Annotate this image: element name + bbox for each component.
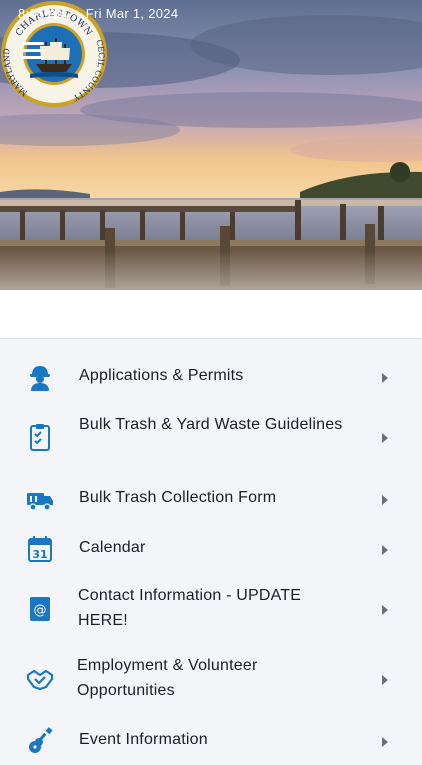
menu-item-employment-volunteer[interactable]: Employment & Volunteer Opportunities xyxy=(0,645,422,715)
chevron-right-icon xyxy=(382,495,388,505)
chevron-right-icon xyxy=(382,737,388,747)
menu-item-label: Bulk Trash & Yard Waste Guidelines xyxy=(79,416,343,433)
menu-item-label: Employment & Volunteer Opportunities xyxy=(77,657,258,699)
svg-text:@: @ xyxy=(34,603,47,618)
chevron-right-icon xyxy=(382,545,388,555)
handshake-icon xyxy=(26,669,54,691)
menu-item-label: Event Information xyxy=(79,731,208,748)
menu-list: Applications & Permits Bulk Trash & Yard… xyxy=(0,338,422,753)
clipboard-check-icon xyxy=(30,424,50,451)
chevron-right-icon xyxy=(382,433,388,443)
guitar-icon xyxy=(29,727,53,753)
menu-item-label: Contact Information - UPDATE HERE! xyxy=(78,587,302,629)
chevron-right-icon xyxy=(382,605,388,615)
chevron-right-icon xyxy=(382,373,388,383)
menu-item-calendar[interactable]: 31 Calendar xyxy=(0,525,422,575)
menu-item-label: Calendar xyxy=(79,539,146,556)
menu-item-applications-permits[interactable]: Applications & Permits xyxy=(0,339,422,415)
worker-hardhat-icon xyxy=(30,366,50,391)
address-book-icon: @ xyxy=(30,597,50,621)
status-time: 8:05 AM xyxy=(18,6,68,21)
hamburger-menu-icon[interactable] xyxy=(22,42,44,60)
svg-text:31: 31 xyxy=(32,548,47,561)
menu-item-event-information[interactable]: Event Information xyxy=(0,715,422,765)
calendar-31-icon: 31 xyxy=(28,536,52,562)
garbage-truck-icon xyxy=(27,493,53,511)
menu-item-contact-information[interactable]: @ Contact Information - UPDATE HERE! xyxy=(0,575,422,645)
menu-item-bulk-trash-guidelines[interactable]: Bulk Trash & Yard Waste Guidelines xyxy=(0,415,422,475)
menu-item-label: Applications & Permits xyxy=(79,367,244,384)
status-bar: 8:05 AM Fri Mar 1, 2024 xyxy=(18,6,192,21)
chevron-right-icon xyxy=(382,675,388,685)
status-date: Fri Mar 1, 2024 xyxy=(85,6,179,21)
menu-item-bulk-trash-form[interactable]: Bulk Trash Collection Form xyxy=(0,475,422,525)
hero-banner: 8:05 AM Fri Mar 1, 2024 CHARLESTOWN MARY… xyxy=(0,0,422,338)
menu-item-label: Bulk Trash Collection Form xyxy=(79,489,277,506)
